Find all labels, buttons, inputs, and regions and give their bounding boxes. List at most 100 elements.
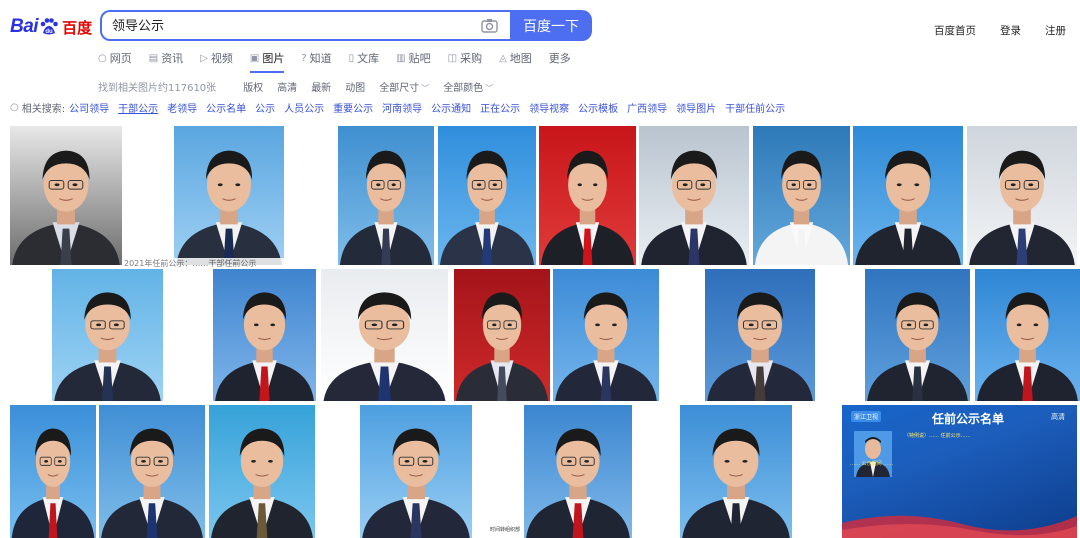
image-thumb-21[interactable] — [360, 405, 472, 538]
tab-3[interactable]: ▷ 视频 — [200, 49, 233, 67]
image-thumb-8[interactable] — [853, 126, 963, 265]
video-icon: ▷ — [200, 52, 208, 64]
image-thumb-4[interactable] — [438, 126, 536, 265]
portrait-photo — [680, 405, 792, 538]
portrait-photo — [438, 126, 536, 265]
image-thumb-2[interactable] — [174, 126, 284, 265]
portrait-photo — [753, 126, 850, 265]
image-thumb-13[interactable] — [454, 269, 550, 401]
baidu-logo[interactable]: Bai du 百度 — [10, 12, 92, 42]
related-keyword[interactable]: 公示通知 — [431, 100, 471, 115]
link-login[interactable]: 登录 — [1000, 23, 1021, 38]
image-thumb-23[interactable] — [680, 405, 792, 538]
portrait-photo — [454, 269, 550, 401]
image-thumb-notice[interactable]: 浙江卫视 任前公示名单 高清 （特例说）…… 任前公示…… …… 公示期间 …… — [842, 405, 1077, 538]
caigou-icon: ◫ — [447, 52, 458, 64]
related-keyword[interactable]: 干部任前公示 — [725, 100, 785, 115]
tab-7[interactable]: ▥ 贴吧 — [396, 49, 430, 67]
image-thumb-14[interactable] — [553, 269, 659, 401]
image-thumb-5[interactable] — [539, 126, 636, 265]
related-keyword[interactable]: 干部公示 — [118, 100, 158, 115]
related-keyword[interactable]: 公司领导 — [69, 100, 109, 115]
portrait-photo — [338, 126, 434, 265]
image-thumb-22[interactable] — [524, 405, 632, 538]
filter-label: 版权 — [243, 83, 264, 94]
portrait-photo — [52, 269, 163, 401]
related-keyword[interactable]: 正在公示 — [480, 100, 520, 115]
related-keyword[interactable]: 领导图片 — [676, 100, 716, 115]
tab-5[interactable]: ? 知道 — [301, 49, 331, 67]
image-icon: ▣ — [249, 52, 260, 64]
notice-wave-decoration — [842, 515, 1077, 538]
portrait-photo — [209, 405, 315, 538]
related-keyword[interactable]: 公示模板 — [578, 100, 618, 115]
portrait-photo — [705, 269, 815, 401]
image-thumb-3[interactable] — [338, 126, 434, 265]
tab-6[interactable]: ▯ 文库 — [349, 49, 380, 67]
image-thumb-11[interactable] — [213, 269, 316, 401]
tab-8[interactable]: ◫ 采购 — [448, 49, 482, 67]
portrait-photo — [10, 405, 96, 538]
image-thumb-19[interactable] — [99, 405, 205, 538]
filter-6[interactable]: 全部颜色 ﹀ — [443, 79, 493, 94]
related-keyword[interactable]: 领导视察 — [529, 100, 569, 115]
image-caption-overlay: 2021年任前公示：……干部任前公示 — [124, 258, 334, 267]
filter-2[interactable]: 高清 — [277, 79, 297, 94]
related-keyword[interactable]: 人员公示 — [284, 100, 324, 115]
map-icon: ◬ — [499, 52, 507, 64]
image-thumb-1[interactable] — [10, 126, 122, 265]
filter-4[interactable]: 动图 — [345, 79, 365, 94]
tab-1[interactable]: ○ 网页 — [98, 49, 132, 67]
tab-label: 地图 — [509, 52, 532, 65]
filter-3[interactable]: 最新 — [311, 79, 331, 94]
image-thumb-16[interactable] — [865, 269, 970, 401]
image-thumb-12[interactable] — [321, 269, 448, 401]
tab-label: 更多 — [548, 52, 571, 65]
result-count: 找到相关图片约117610张 — [98, 83, 217, 94]
top-links: 百度首页 登录 注册 — [934, 23, 1066, 38]
notice-text-1: （特例说）…… 任前公示…… — [904, 433, 971, 439]
filter-label: 最新 — [311, 83, 332, 94]
baidu-paw-icon: du — [40, 18, 58, 35]
tab-10[interactable]: 更多 — [549, 49, 571, 67]
portrait-photo — [967, 126, 1077, 265]
related-keyword[interactable]: 老领导 — [167, 100, 197, 115]
related-keyword[interactable]: 河南领导 — [382, 100, 422, 115]
related-keyword[interactable]: 公示名单 — [206, 100, 246, 115]
related-keyword[interactable]: 公示 — [255, 100, 275, 115]
image-thumb-15[interactable] — [705, 269, 815, 401]
tab-4[interactable]: ▣ 图片 — [249, 49, 285, 73]
image-thumb-17[interactable] — [975, 269, 1080, 401]
portrait-photo — [553, 269, 659, 401]
filter-1[interactable]: 版权 — [243, 79, 263, 94]
tab-label: 文库 — [357, 52, 380, 65]
tab-2[interactable]: ▤ 资讯 — [149, 49, 183, 67]
search-input[interactable] — [112, 17, 472, 32]
search-button[interactable]: 百度一下 — [510, 10, 592, 41]
related-keyword[interactable]: 重要公示 — [333, 100, 373, 115]
portrait-photo — [639, 126, 749, 265]
filter-label: 全部颜色 — [443, 83, 484, 94]
image-thumb-6[interactable] — [639, 126, 749, 265]
notice-portrait — [854, 431, 892, 477]
filter-bar: 找到相关图片约117610张 版权 高清 最新 动图 全部尺寸 ﹀ 全部颜色 ﹀ — [98, 79, 507, 94]
filter-5[interactable]: 全部尺寸 ﹀ — [379, 79, 429, 94]
tab-9[interactable]: ◬ 地图 — [499, 49, 532, 67]
camera-icon[interactable] — [481, 18, 498, 33]
image-tiny-label: 时间转组织部 — [490, 527, 521, 533]
tab-label: 知道 — [309, 52, 332, 65]
search-icon: ○ — [10, 102, 19, 113]
related-keyword[interactable]: 广西领导 — [627, 100, 667, 115]
link-register[interactable]: 注册 — [1045, 23, 1066, 38]
image-thumb-20[interactable] — [209, 405, 315, 538]
image-thumb-18[interactable] — [10, 405, 96, 538]
notice-title: 任前公示名单 — [932, 412, 1005, 426]
image-thumb-7[interactable] — [753, 126, 850, 265]
wenku-icon: ▯ — [348, 52, 355, 64]
related-label: ○ 相关搜索: — [10, 100, 65, 115]
filter-label: 高清 — [277, 83, 298, 94]
link-baidu-home[interactable]: 百度首页 — [934, 23, 976, 38]
image-thumb-9[interactable] — [967, 126, 1077, 265]
image-thumb-10[interactable] — [52, 269, 163, 401]
portrait-photo — [10, 126, 122, 265]
